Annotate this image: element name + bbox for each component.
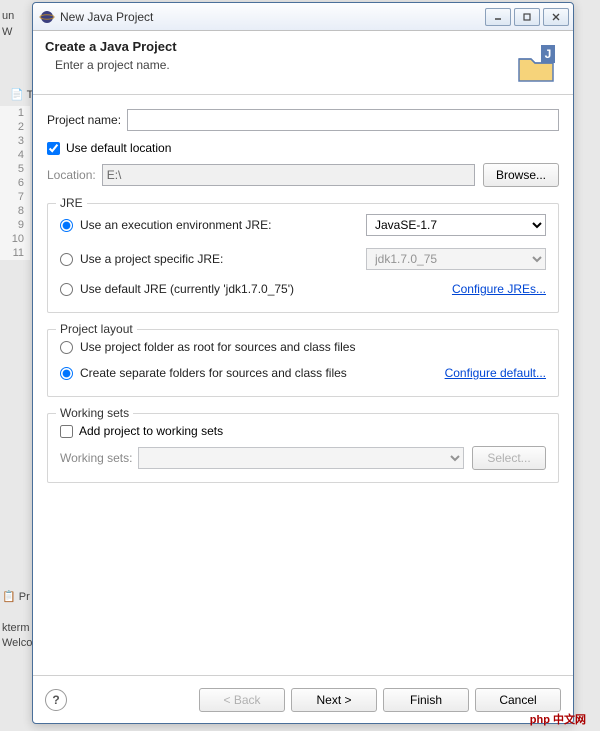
wizard-footer: ? < Back Next > Finish Cancel bbox=[33, 675, 573, 723]
browse-button[interactable]: Browse... bbox=[483, 163, 559, 187]
layout-separate-folders-radio[interactable] bbox=[60, 367, 73, 380]
new-java-project-dialog: New Java Project Create a Java Project E… bbox=[32, 2, 574, 724]
java-project-icon: J bbox=[513, 39, 561, 87]
titlebar[interactable]: New Java Project bbox=[33, 3, 573, 31]
jre-legend: JRE bbox=[56, 196, 87, 210]
location-input bbox=[102, 164, 475, 186]
working-sets-combo bbox=[138, 447, 464, 469]
project-name-label: Project name: bbox=[47, 113, 121, 127]
project-name-input[interactable] bbox=[127, 109, 559, 131]
use-default-location-checkbox[interactable] bbox=[47, 142, 60, 155]
help-icon: ? bbox=[52, 693, 59, 707]
back-button: < Back bbox=[199, 688, 285, 712]
working-sets-group: Working sets Add project to working sets… bbox=[47, 413, 559, 483]
window-title: New Java Project bbox=[60, 10, 482, 24]
layout-project-folder-radio[interactable] bbox=[60, 341, 73, 354]
menu-fragment-w: W bbox=[2, 26, 12, 38]
next-button[interactable]: Next > bbox=[291, 688, 377, 712]
location-label: Location: bbox=[47, 168, 96, 182]
help-button[interactable]: ? bbox=[45, 689, 67, 711]
jre-exec-env-combo[interactable]: JavaSE-1.7 bbox=[366, 214, 546, 236]
jre-exec-env-label: Use an execution environment JRE: bbox=[80, 218, 366, 232]
project-layout-group: Project layout Use project folder as roo… bbox=[47, 329, 559, 397]
panel-fragment-welco: Welco bbox=[2, 637, 32, 649]
working-sets-label: Working sets: bbox=[60, 451, 132, 465]
line-numbers: 1234567891011 bbox=[0, 106, 30, 260]
use-default-location-label: Use default location bbox=[66, 141, 171, 155]
svg-text:J: J bbox=[545, 47, 552, 61]
layout-project-folder-label: Use project folder as root for sources a… bbox=[80, 340, 546, 354]
configure-jres-link[interactable]: Configure JREs... bbox=[452, 282, 546, 296]
jre-default-radio[interactable] bbox=[60, 283, 73, 296]
minimize-button[interactable] bbox=[485, 8, 511, 26]
layout-separate-folders-label: Create separate folders for sources and … bbox=[80, 366, 445, 380]
jre-exec-env-radio[interactable] bbox=[60, 219, 73, 232]
add-to-working-sets-label: Add project to working sets bbox=[79, 424, 223, 438]
watermark-logo: php 中文网 bbox=[530, 711, 586, 727]
eclipse-icon bbox=[39, 9, 55, 25]
panel-fragment-pr: 📋 Pr bbox=[2, 590, 30, 603]
add-to-working-sets-checkbox[interactable] bbox=[60, 425, 73, 438]
jre-default-label: Use default JRE (currently 'jdk1.7.0_75'… bbox=[80, 282, 452, 296]
jre-project-specific-combo: jdk1.7.0_75 bbox=[366, 248, 546, 270]
project-layout-legend: Project layout bbox=[56, 322, 137, 336]
jre-project-specific-radio[interactable] bbox=[60, 253, 73, 266]
banner-title: Create a Java Project bbox=[45, 39, 513, 54]
panel-fragment-kterm: kterm bbox=[2, 622, 30, 634]
jre-group: JRE Use an execution environment JRE: Ja… bbox=[47, 203, 559, 313]
wizard-banner: Create a Java Project Enter a project na… bbox=[33, 31, 573, 95]
close-button[interactable] bbox=[543, 8, 569, 26]
menu-fragment: un bbox=[2, 10, 14, 22]
cancel-button[interactable]: Cancel bbox=[475, 688, 561, 712]
wizard-content: Project name: Use default location Locat… bbox=[33, 95, 573, 675]
banner-message: Enter a project name. bbox=[55, 58, 513, 72]
select-working-sets-button: Select... bbox=[472, 446, 546, 470]
configure-default-link[interactable]: Configure default... bbox=[445, 366, 546, 380]
finish-button[interactable]: Finish bbox=[383, 688, 469, 712]
jre-project-specific-label: Use a project specific JRE: bbox=[80, 252, 366, 266]
working-sets-legend: Working sets bbox=[56, 406, 133, 420]
maximize-button[interactable] bbox=[514, 8, 540, 26]
